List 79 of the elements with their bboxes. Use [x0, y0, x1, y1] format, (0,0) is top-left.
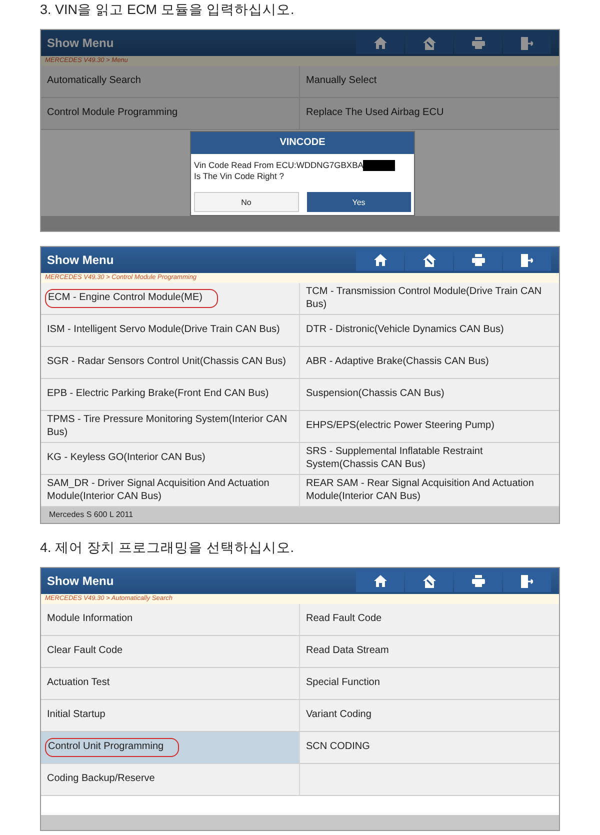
menu-item[interactable]: ISM - Intelligent Servo Module(Drive Train CAN Bus): [41, 315, 300, 347]
menu-item-label: Control Unit Programming: [45, 738, 179, 757]
dialog-message: Vin Code Read From ECU:WDDNG7GBXBA: [194, 160, 364, 171]
house-wrench-icon: [422, 36, 436, 50]
exit-button[interactable]: [503, 32, 551, 54]
menu-item-label: Control Module Programming: [46, 106, 179, 120]
step-heading: 4. 제어 장치 프로그래밍을 선택하십시오.: [40, 539, 296, 557]
print-button[interactable]: [454, 32, 502, 54]
vehicle-name: Mercedes S 600 L 2011: [49, 510, 134, 519]
menu-item[interactable]: EPB - Electric Parking Brake(Front End CAN Bus): [41, 379, 300, 411]
menu-item[interactable]: KG - Keyless GO(Interior CAN Bus): [41, 443, 300, 475]
house-wrench-icon: [422, 574, 436, 588]
home-icon: [374, 575, 386, 587]
print-button[interactable]: [454, 249, 502, 271]
menu-item[interactable]: Control Module Programming: [41, 98, 300, 130]
exit-button[interactable]: [503, 570, 551, 592]
menu-item-label: Special Function: [305, 676, 381, 690]
printer-icon: [472, 254, 484, 266]
menu-item-label: ECM - Engine Control Module(ME): [45, 289, 218, 308]
menu-item[interactable]: Initial Startup: [41, 700, 300, 732]
menu-item-label: ISM - Intelligent Servo Module(Drive Train CAN Bus): [46, 323, 281, 338]
printer-icon: [472, 575, 484, 587]
confirm-button[interactable]: Yes: [306, 192, 411, 212]
home-icon: [374, 37, 386, 49]
menu-item-label: EHPS/EPS(electric Power Steering Pump): [305, 419, 496, 434]
menu-item-label: SGR - Radar Sensors Control Unit(Chassis CAN Bus): [46, 355, 287, 370]
menu-item-label: Coding Backup/Reserve: [46, 772, 156, 786]
menu-item-label: Clear Fault Code: [46, 644, 124, 658]
house-wrench-icon: [422, 254, 436, 266]
exit-icon: [521, 574, 533, 588]
menu-item-label: SRS - Supplemental Inflatable Restraint System(Chassis CAN Bus): [305, 445, 484, 472]
menu-title: Show Menu: [46, 574, 114, 588]
menu-item[interactable]: SGR - Radar Sensors Control Unit(Chassis CAN Bus): [41, 347, 300, 379]
home-button[interactable]: [356, 32, 404, 54]
menu-item[interactable]: TPMS - Tire Pressure Monitoring System(Interior CAN Bus): [41, 411, 300, 443]
diagnostic-home-button[interactable]: [405, 249, 453, 271]
menu-item-label: Manually Select: [305, 74, 378, 88]
exit-icon: [521, 254, 533, 266]
exit-button[interactable]: [503, 249, 551, 271]
menu-title: Show Menu: [46, 253, 114, 267]
step-heading: 3. VIN을 읽고 ECM 모듈을 입력하십시오.: [40, 1, 296, 19]
menu-item-label: Suspension(Chassis CAN Bus): [305, 387, 446, 402]
menu-item-label: TCM - Transmission Control Module(Drive Train CAN Bus): [305, 285, 543, 312]
menu-item[interactable]: SAM_DR - Driver Signal Acquisition And Actuation Module(Interior CAN Bus): [41, 475, 300, 507]
menu-item[interactable]: Clear Fault Code: [41, 636, 300, 668]
menu-item-label: Replace The Used Airbag ECU: [305, 106, 445, 120]
cancel-button[interactable]: No: [194, 192, 298, 212]
home-icon: [374, 254, 386, 266]
menu-item-label: Read Fault Code: [305, 612, 383, 626]
printer-icon: [472, 37, 484, 49]
print-button[interactable]: [454, 570, 502, 592]
menu-item-label: Read Data Stream: [305, 644, 390, 658]
diagnostic-home-button[interactable]: [405, 570, 453, 592]
menu-item-label: Variant Coding: [305, 708, 372, 722]
menu-title: Show Menu: [46, 36, 114, 50]
menu-item-label: Initial Startup: [46, 708, 106, 722]
menu-item-label: Actuation Test: [46, 676, 111, 690]
exit-icon: [521, 36, 533, 50]
menu-item[interactable]: Actuation Test: [41, 668, 300, 700]
menu-item[interactable]: Coding Backup/Reserve: [41, 764, 300, 796]
dialog-title: VINCODE: [191, 132, 414, 154]
menu-item-label: ABR - Adaptive Brake(Chassis CAN Bus): [305, 355, 490, 370]
menu-item-label: EPB - Electric Parking Brake(Front End CAN Bus): [46, 387, 270, 402]
diagnostic-home-button[interactable]: [405, 32, 453, 54]
menu-item-label: TPMS - Tire Pressure Monitoring System(Interior CAN Bus): [46, 413, 288, 440]
menu-item[interactable]: Automatically Search: [41, 66, 300, 98]
menu-item-label: SAM_DR - Driver Signal Acquisition And Actuation Module(Interior CAN Bus): [46, 477, 270, 504]
menu-item[interactable]: Control Unit Programming: [41, 732, 300, 764]
menu-item-label: Automatically Search: [46, 74, 142, 88]
menu-item-label: SCN CODING: [305, 740, 371, 754]
menu-item-label: KG - Keyless GO(Interior CAN Bus): [46, 451, 206, 466]
menu-item-label: DTR - Distronic(Vehicle Dynamics CAN Bus): [305, 323, 505, 338]
home-button[interactable]: [356, 249, 404, 271]
menu-item[interactable]: ECM - Engine Control Module(ME): [41, 283, 300, 315]
dialog-message: Is The Vin Code Right ?: [194, 171, 284, 182]
menu-item-label: REAR SAM - Rear Signal Acquisition And Actuation Module(Interior CAN Bus): [305, 477, 535, 504]
menu-item[interactable]: Module Information: [41, 604, 300, 636]
menu-item-label: Module Information: [46, 612, 134, 626]
home-button[interactable]: [356, 570, 404, 592]
